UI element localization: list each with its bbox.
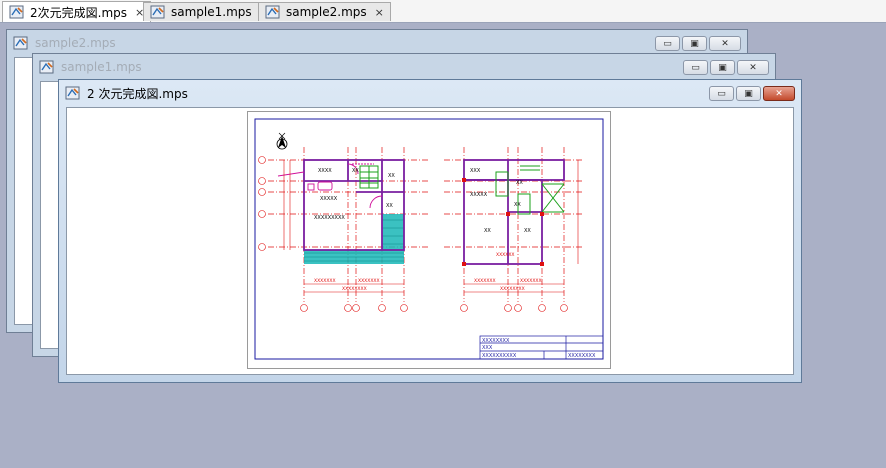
floor-plan-drawing: XXXX XX XX XXXXX XXXXXXXXX XX XXXXXXX XX… (254, 118, 604, 360)
window-title-bar[interactable]: 2 次元完成図.mps (59, 80, 801, 106)
title-block-row2: XXX (482, 345, 493, 351)
svg-text:XX: XX (484, 228, 491, 234)
tab-label: sample1.mps (171, 5, 252, 19)
minimize-button[interactable]: ▭ (655, 36, 680, 51)
restore-button[interactable]: ▣ (736, 86, 761, 101)
svg-text:XX: XX (516, 180, 523, 186)
title-block-row1: XXXXXXXX (482, 338, 510, 344)
drawing-file-icon (65, 86, 80, 100)
svg-text:XX: XX (388, 173, 395, 179)
svg-text:XXXXXXX: XXXXXXX (474, 278, 496, 284)
window-title: sample2.mps (35, 36, 116, 50)
tab-close-icon[interactable]: × (375, 6, 384, 19)
restore-button[interactable]: ▣ (710, 60, 735, 75)
svg-text:XXXXXXXX: XXXXXXXX (342, 286, 367, 292)
svg-text:XXX: XXX (470, 168, 481, 174)
window-2d-drawing[interactable]: 2 次元完成図.mps ▭ ▣ ✕ XXXX XX XX XXXXX XXXXX… (58, 79, 802, 383)
svg-text:XXXXXX: XXXXXX (496, 252, 515, 258)
tab-sample2[interactable]: sample2.mps × (258, 2, 391, 21)
window-title: sample1.mps (61, 60, 142, 74)
restore-button[interactable]: ▣ (682, 36, 707, 51)
tab-2d-drawing[interactable]: 2次元完成図.mps × (2, 1, 152, 22)
close-button[interactable]: ✕ (737, 60, 769, 75)
svg-text:XXXXX: XXXXX (470, 192, 488, 198)
north-arrow-icon (276, 132, 288, 150)
svg-text:XXXXXXX: XXXXXXX (520, 278, 542, 284)
drawing-file-icon (9, 5, 24, 19)
document-tab-bar: 2次元完成図.mps × sample1.mps × sample2.mps × (0, 0, 886, 23)
svg-text:XXXXXXXXX: XXXXXXXXX (314, 215, 345, 221)
title-block-row3b: XXXXXXXX (568, 353, 596, 359)
window-title: 2 次元完成図.mps (87, 86, 188, 101)
svg-text:XX: XX (386, 203, 393, 209)
mdi-client-area: sample2.mps ▭ ▣ ✕ sample1.mps ▭ ▣ ✕ 2 次元… (0, 23, 886, 468)
svg-text:XX: XX (524, 228, 531, 234)
close-button[interactable]: ✕ (763, 86, 795, 101)
drawing-canvas[interactable]: XXXX XX XX XXXXX XXXXXXXXX XX XXXXXXX XX… (66, 107, 794, 375)
drawing-file-icon (13, 36, 28, 50)
title-block-row3a: XXXXXXXXXX (482, 353, 517, 359)
svg-text:XX: XX (352, 168, 359, 174)
drawing-sheet: XXXX XX XX XXXXX XXXXXXXXX XX XXXXXXX XX… (247, 111, 611, 369)
drawing-file-icon (39, 60, 54, 74)
minimize-button[interactable]: ▭ (683, 60, 708, 75)
tab-label: sample2.mps (286, 5, 367, 19)
svg-text:XXXX: XXXX (318, 168, 332, 174)
floor-plan-1f: XXXX XX XX XXXXX XXXXXXXXX XX XXXXXXX XX… (258, 147, 428, 312)
minimize-button[interactable]: ▭ (709, 86, 734, 101)
svg-text:XXXXXXX: XXXXXXX (358, 278, 380, 284)
drawing-file-icon (265, 5, 280, 19)
svg-text:XX: XX (514, 202, 521, 208)
window-title-bar[interactable]: sample1.mps (33, 54, 775, 80)
tab-label: 2次元完成図.mps (30, 5, 128, 20)
svg-text:XXXXXXX: XXXXXXX (314, 278, 336, 284)
tab-sample1[interactable]: sample1.mps × (143, 2, 276, 21)
drawing-file-icon (150, 5, 165, 19)
floor-plan-2f: XXX XXXXX XX XX XX XX XXXXXXX XXXXXXX XX… (444, 147, 584, 312)
svg-text:XXXXX: XXXXX (320, 196, 338, 202)
svg-text:XXXXXXXX: XXXXXXXX (500, 286, 525, 292)
close-button[interactable]: ✕ (709, 36, 741, 51)
